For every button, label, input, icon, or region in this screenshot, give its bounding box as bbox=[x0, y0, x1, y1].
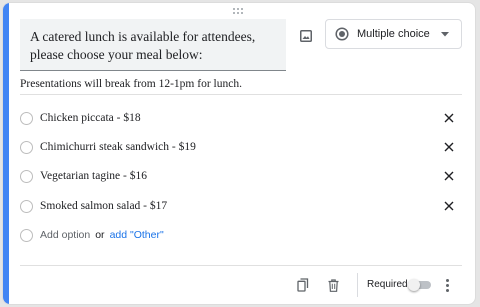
add-option-row: Add option or add "Other" bbox=[20, 224, 462, 246]
duplicate-button[interactable] bbox=[294, 276, 312, 294]
question-type-dropdown[interactable]: Multiple choice bbox=[325, 19, 462, 49]
option-row[interactable]: Smoked salmon salad - $17 bbox=[20, 195, 462, 217]
active-card-accent bbox=[3, 3, 9, 304]
option-radio-icon bbox=[20, 228, 33, 242]
remove-option-button[interactable] bbox=[442, 140, 456, 154]
delete-icon bbox=[328, 278, 338, 292]
close-icon bbox=[444, 171, 454, 181]
option-label[interactable]: Chimichurri steak sandwich - $19 bbox=[40, 141, 442, 153]
image-icon bbox=[300, 30, 312, 42]
question-type-label: Multiple choice bbox=[357, 28, 430, 40]
question-description[interactable]: Presentations will break from 12-1pm for… bbox=[20, 78, 460, 90]
duplicate-icon bbox=[297, 278, 309, 292]
option-label[interactable]: Smoked salmon salad - $17 bbox=[40, 200, 442, 212]
option-row[interactable]: Vegetarian tagine - $16 bbox=[20, 165, 462, 187]
required-toggle[interactable] bbox=[408, 279, 431, 291]
remove-option-button[interactable] bbox=[442, 111, 456, 125]
option-radio-icon bbox=[20, 111, 33, 125]
close-icon bbox=[444, 113, 454, 123]
dropdown-caret-icon bbox=[441, 31, 449, 36]
footer-vertical-divider bbox=[357, 273, 358, 297]
add-option-button[interactable]: Add option bbox=[40, 229, 90, 241]
radio-button-icon bbox=[335, 27, 349, 41]
more-vert-icon[interactable] bbox=[440, 276, 454, 294]
question-card[interactable]: A catered lunch is available for attende… bbox=[2, 2, 476, 305]
remove-option-button[interactable] bbox=[442, 169, 456, 183]
question-title-text: A catered lunch is available for attende… bbox=[30, 29, 256, 62]
add-other-link[interactable]: add "Other" bbox=[110, 229, 164, 241]
description-underline bbox=[20, 94, 462, 95]
option-row[interactable]: Chimichurri steak sandwich - $19 bbox=[20, 136, 462, 158]
option-label[interactable]: Vegetarian tagine - $16 bbox=[40, 170, 442, 182]
option-label[interactable]: Chicken piccata - $18 bbox=[40, 112, 442, 124]
question-title-input[interactable]: A catered lunch is available for attende… bbox=[20, 19, 286, 71]
close-icon bbox=[444, 142, 454, 152]
option-radio-icon bbox=[20, 199, 33, 213]
required-label: Required bbox=[367, 279, 408, 290]
option-row[interactable]: Chicken piccata - $18 bbox=[20, 107, 462, 129]
option-radio-icon bbox=[20, 140, 33, 154]
delete-button[interactable] bbox=[324, 276, 342, 294]
close-icon bbox=[444, 201, 454, 211]
drag-handle-icon[interactable] bbox=[233, 8, 245, 16]
toggle-thumb bbox=[408, 279, 420, 291]
add-image-button[interactable] bbox=[295, 25, 317, 47]
footer-divider bbox=[20, 265, 462, 266]
option-radio-icon bbox=[20, 169, 33, 183]
or-label: or bbox=[95, 229, 105, 241]
remove-option-button[interactable] bbox=[442, 199, 456, 213]
